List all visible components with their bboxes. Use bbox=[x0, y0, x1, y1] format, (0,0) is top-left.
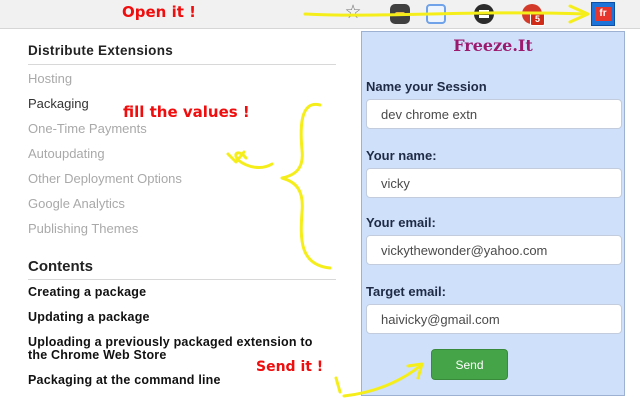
divider bbox=[28, 279, 336, 280]
nav-item-google-analytics[interactable]: Google Analytics bbox=[28, 196, 125, 211]
send-it-annotation: Send it ! bbox=[256, 359, 324, 375]
brace bbox=[280, 103, 332, 270]
open-it-annotation: Open it ! bbox=[122, 3, 196, 21]
fill-values-annotation: fill the values ! bbox=[123, 103, 250, 121]
nav-item-publishing-themes[interactable]: Publishing Themes bbox=[28, 221, 138, 236]
your-name-input[interactable] bbox=[366, 168, 622, 198]
nav-item-packaging[interactable]: Packaging bbox=[28, 96, 89, 111]
fill-values-arrowhead bbox=[226, 150, 246, 164]
session-name-label: Name your Session bbox=[366, 79, 487, 94]
nav-item-one-time-payments[interactable]: One-Time Payments bbox=[28, 121, 147, 136]
fill-values-arrow bbox=[234, 151, 274, 169]
section-title: Distribute Extensions bbox=[28, 43, 174, 58]
browser-toolbar: ☆ 5 fr bbox=[0, 0, 640, 29]
toc-item[interactable]: Updating a package bbox=[28, 311, 150, 324]
nav-item-hosting[interactable]: Hosting bbox=[28, 71, 72, 86]
nav-item-autoupdating[interactable]: Autoupdating bbox=[28, 146, 105, 161]
your-name-label: Your name: bbox=[366, 148, 437, 163]
freeze-it-icon[interactable]: fr bbox=[591, 2, 615, 26]
star-icon[interactable]: ☆ bbox=[343, 3, 363, 23]
send-button[interactable]: Send bbox=[431, 349, 508, 380]
target-email-label: Target email: bbox=[366, 284, 446, 299]
notification-badge: 5 bbox=[530, 12, 545, 26]
divider bbox=[28, 64, 336, 65]
extension-icon[interactable] bbox=[390, 4, 410, 24]
session-name-input[interactable] bbox=[366, 99, 622, 129]
extension-icon[interactable] bbox=[474, 4, 494, 24]
target-email-input[interactable] bbox=[366, 304, 622, 334]
contents-heading: Contents bbox=[28, 258, 93, 275]
extension-icon[interactable] bbox=[426, 4, 446, 24]
send-it-tick bbox=[334, 376, 342, 394]
popup-title: Freeze.It bbox=[453, 36, 533, 55]
toc-item[interactable]: Creating a package bbox=[28, 286, 146, 299]
freeze-it-icon-label: fr bbox=[595, 7, 611, 21]
your-email-input[interactable] bbox=[366, 235, 622, 265]
your-email-label: Your email: bbox=[366, 215, 436, 230]
toc-item[interactable]: Packaging at the command line bbox=[28, 374, 221, 387]
freeze-it-popup: Freeze.It Name your Session Your name: Y… bbox=[361, 31, 625, 396]
nav-item-other-deployment-options[interactable]: Other Deployment Options bbox=[28, 171, 182, 186]
